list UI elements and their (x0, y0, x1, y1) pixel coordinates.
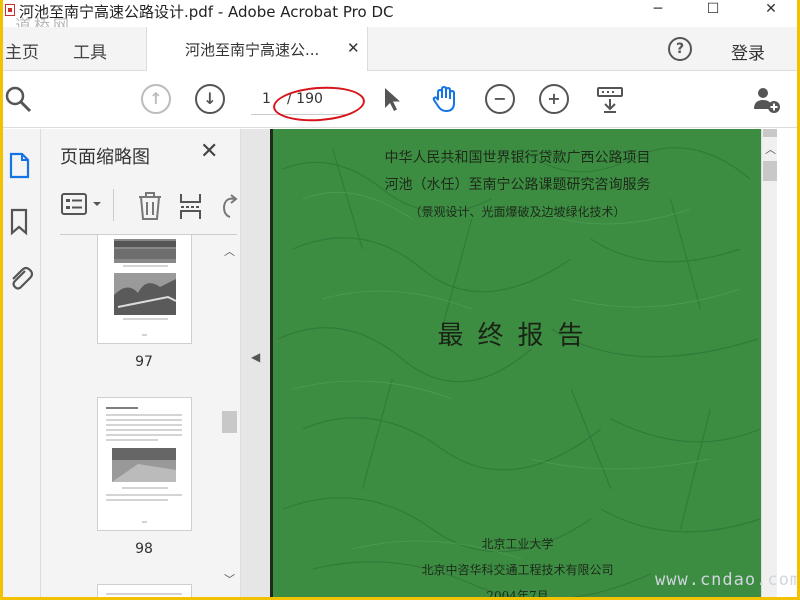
page-thumbnails-panel: 页面缩略图 ✕ 97 98 ︿ ﹀ (41, 129, 241, 597)
help-icon[interactable]: ? (668, 37, 692, 61)
thumbnail-scrollbar[interactable]: ︿ ﹀ (221, 239, 237, 595)
attachment-icon[interactable] (5, 263, 35, 293)
zoom-in-icon[interactable]: + (539, 84, 569, 114)
page-up-icon[interactable]: ↑ (141, 84, 171, 114)
scroll-down-arrow-icon[interactable]: ﹀ (224, 571, 235, 587)
title-bar: 河池至南宁高速公路设计.pdf - Adobe Acrobat Pro DC ─… (3, 0, 797, 22)
thumbnail-content (106, 593, 182, 595)
pdf-page: 中华人民共和国世界银行贷款广西公路项目 河池（水任）至南宁公路课题研究咨询服务 … (270, 129, 762, 597)
current-page[interactable]: 1 (262, 91, 271, 107)
login-button[interactable]: 登录 (731, 39, 765, 64)
tab-document-label: 河池至南宁高速公... (185, 41, 320, 59)
zoom-out-icon[interactable]: − (485, 84, 515, 114)
thumbnail-page-next[interactable] (97, 584, 192, 597)
window-title: 河池至南宁高速公路设计.pdf - Adobe Acrobat Pro DC (19, 3, 394, 21)
thumbnail-content (114, 239, 177, 336)
scroll-top-stub (763, 129, 777, 137)
bookmark-icon[interactable] (5, 207, 35, 237)
thumbnail-content (106, 407, 182, 523)
add-user-icon[interactable] (751, 84, 781, 114)
collapse-left-arrow-icon[interactable]: ◀ (251, 350, 260, 364)
watermark-bottom: www.cndao.com (655, 570, 797, 590)
cover-line-1: 中华人民共和国世界银行贷款广西公路项目 (384, 150, 651, 166)
select-cursor-icon[interactable] (377, 84, 407, 114)
tab-document[interactable]: 河池至南宁高速公... ✕ (146, 27, 368, 71)
panel-title: 页面缩略图 (60, 147, 150, 168)
cover-title: 最终报告 (437, 321, 598, 351)
doc-scroll-up-arrow-icon[interactable]: ︿ (765, 141, 776, 157)
cover-org-1: 北京工业大学 (481, 537, 554, 551)
maximize-button[interactable]: ☐ (698, 1, 728, 17)
thumbnail-page-97[interactable] (97, 234, 192, 344)
scroll-mode-icon[interactable] (595, 84, 625, 114)
doc-scroll-thumb[interactable] (763, 161, 777, 181)
tab-tools[interactable]: 工具 (73, 38, 107, 63)
page-down-icon[interactable]: ↓ (195, 84, 225, 114)
toolbar: ↑ ↓ 1 / 190 − + (3, 72, 797, 128)
thumbnail-page-98[interactable] (97, 397, 192, 531)
hand-tool-icon[interactable] (430, 84, 460, 114)
tab-close-icon[interactable]: ✕ (347, 39, 360, 57)
left-rail (3, 129, 41, 597)
scroll-up-arrow-icon[interactable]: ︿ (224, 243, 235, 259)
toolbar-divider (113, 189, 114, 221)
document-viewer[interactable]: 中华人民共和国世界银行贷款广西公路项目 河池（水任）至南宁公路课题研究咨询服务 … (241, 129, 777, 597)
panel-close-icon[interactable]: ✕ (200, 139, 218, 164)
page-thumbnails-icon[interactable] (5, 151, 35, 181)
tab-home[interactable]: 主页 (5, 38, 39, 63)
close-window-button[interactable]: ✕ (756, 1, 786, 17)
cover-line-2: 河池（水任）至南宁公路课题研究咨询服务 (384, 177, 651, 193)
delete-page-icon[interactable] (136, 191, 164, 221)
leather-texture (277, 147, 761, 597)
acrobat-window: 河池至南宁高速公路设计.pdf - Adobe Acrobat Pro DC ─… (3, 0, 797, 597)
zoom-icon[interactable] (3, 84, 33, 114)
cover-line-3: （景观设计、光面爆破及边坡绿化技术） (409, 205, 626, 219)
thumbnail-options-icon[interactable] (60, 191, 108, 219)
rotate-page-icon[interactable] (217, 191, 239, 221)
tab-bar: 主页 工具 河池至南宁高速公... ✕ ? 登录 (3, 27, 797, 71)
thumbnail-label-97: 97 (135, 354, 153, 370)
document-scrollbar[interactable]: ︿ (761, 129, 777, 597)
extract-page-icon[interactable] (178, 191, 204, 221)
thumbnail-label-98: 98 (135, 541, 153, 557)
pdf-file-icon (5, 4, 15, 16)
scroll-thumb[interactable] (222, 411, 237, 433)
minimize-button[interactable]: ─ (643, 1, 673, 17)
